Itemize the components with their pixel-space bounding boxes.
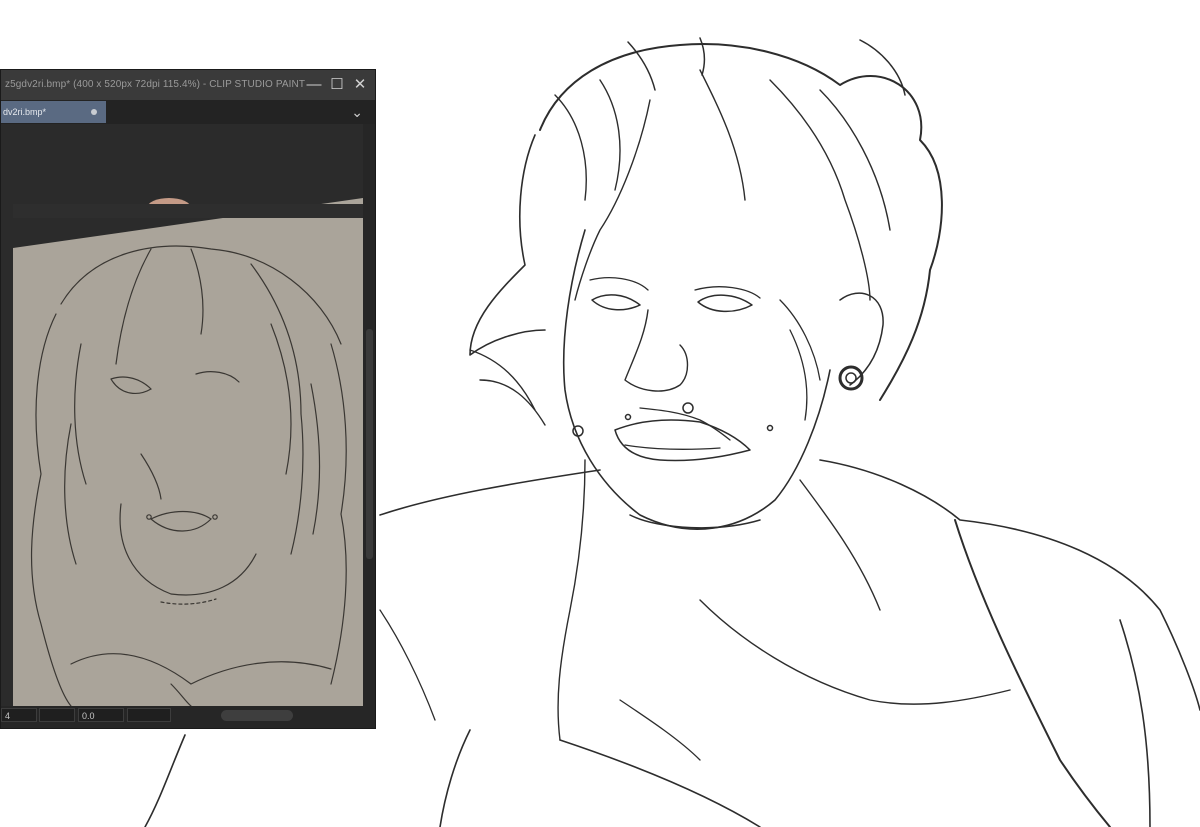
- paper-sheet: [13, 198, 363, 706]
- window-titlebar[interactable]: z5gdv2ri.bmp* (400 x 520px 72dpi 115.4%)…: [1, 70, 375, 100]
- rotation-field[interactable]: 0.0: [78, 708, 124, 722]
- zoom-field[interactable]: 4: [1, 708, 37, 722]
- reference-viewport[interactable]: [1, 124, 363, 707]
- unsaved-dot-icon: [91, 109, 97, 115]
- window-title: z5gdv2ri.bmp* (400 x 520px 72dpi 115.4%)…: [5, 79, 305, 90]
- minimize-icon[interactable]: —: [303, 74, 325, 96]
- reference-photo: [1, 124, 363, 707]
- chevron-down-icon[interactable]: ⌄: [351, 101, 363, 123]
- tab-document[interactable]: dv2ri.bmp*: [1, 101, 106, 123]
- tab-bar: dv2ri.bmp* ⌄: [1, 100, 375, 124]
- sub-view-window[interactable]: z5gdv2ri.bmp* (400 x 520px 72dpi 115.4%)…: [0, 69, 376, 729]
- horizontal-scroll-thumb[interactable]: [221, 710, 293, 721]
- status-field-2[interactable]: [39, 708, 75, 722]
- maximize-icon[interactable]: ☐: [326, 74, 348, 96]
- vertical-scrollbar[interactable]: [363, 124, 375, 706]
- status-bar: 4 0.0: [1, 706, 375, 728]
- status-field-4[interactable]: [127, 708, 171, 722]
- vertical-scroll-thumb[interactable]: [366, 329, 373, 559]
- tab-label: dv2ri.bmp*: [3, 107, 47, 117]
- close-icon[interactable]: ✕: [349, 74, 371, 96]
